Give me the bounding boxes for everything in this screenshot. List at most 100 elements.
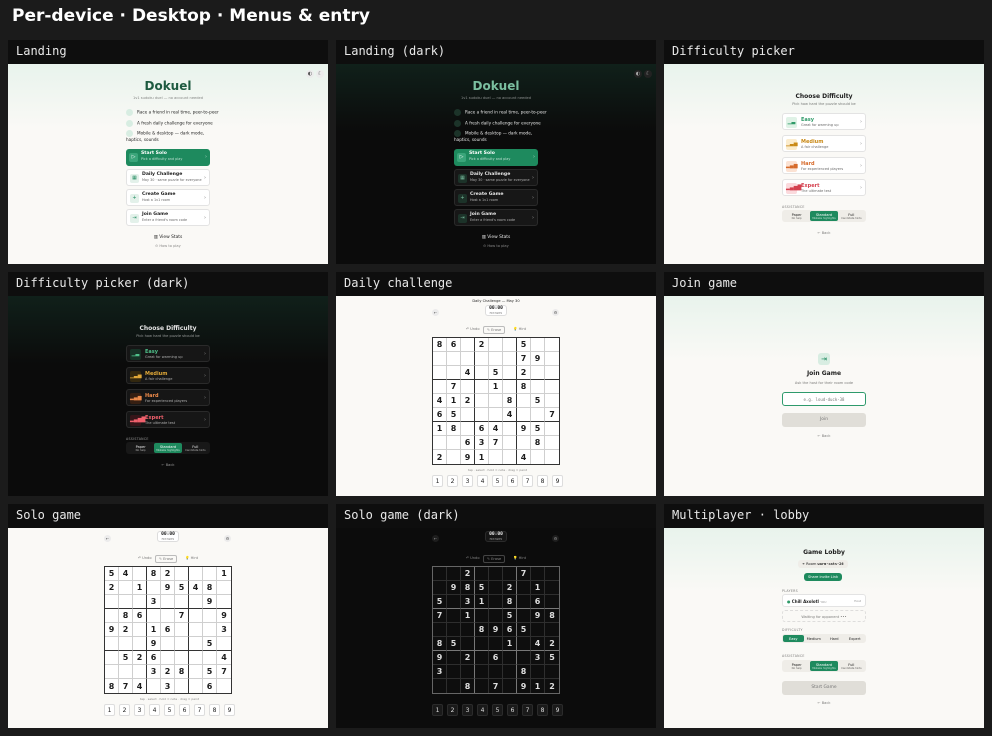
- sudoku-cell[interactable]: 7: [175, 609, 189, 623]
- number-key[interactable]: 6: [507, 704, 518, 716]
- sudoku-cell[interactable]: 6: [475, 422, 489, 436]
- how-to-play-link[interactable]: ⊙ How to play: [336, 244, 656, 248]
- assist-option-full[interactable]: Full Candidate hints: [838, 211, 865, 221]
- sudoku-cell[interactable]: 8: [517, 380, 531, 394]
- sudoku-cell[interactable]: [517, 394, 531, 408]
- number-key[interactable]: 7: [522, 475, 533, 487]
- sudoku-cell[interactable]: [531, 450, 545, 464]
- join-game-button[interactable]: ⇥ Join Game Enter a friend's room code ›: [126, 209, 210, 226]
- sudoku-cell[interactable]: 7: [545, 408, 559, 422]
- sudoku-cell[interactable]: [189, 651, 203, 665]
- room-code-badge[interactable]: ⚭ Room warm-cats-26: [798, 560, 848, 568]
- sudoku-cell[interactable]: [545, 366, 559, 380]
- difficulty-option-hard[interactable]: ▂▄▆ Hard For experienced players ›: [126, 389, 210, 406]
- sudoku-cell[interactable]: [475, 651, 489, 665]
- sudoku-cell[interactable]: 7: [119, 679, 133, 693]
- sudoku-cell[interactable]: [161, 609, 175, 623]
- sudoku-cell[interactable]: [175, 595, 189, 609]
- sudoku-cell[interactable]: [105, 595, 119, 609]
- assist-option-paper[interactable]: Paper No help: [783, 211, 810, 221]
- difficulty-option-medium[interactable]: ▁▃▅ Medium A fair challenge ›: [126, 367, 210, 384]
- sudoku-cell[interactable]: 2: [545, 637, 559, 651]
- sudoku-cell[interactable]: [105, 651, 119, 665]
- back-arrow-icon[interactable]: ←: [432, 535, 439, 542]
- sudoku-cell[interactable]: 2: [461, 567, 475, 581]
- number-key[interactable]: 7: [522, 704, 533, 716]
- sudoku-cell[interactable]: [217, 581, 231, 595]
- sudoku-cell[interactable]: 2: [161, 665, 175, 679]
- sudoku-cell[interactable]: 2: [517, 366, 531, 380]
- sudoku-cell[interactable]: 1: [217, 567, 231, 581]
- sudoku-cell[interactable]: 3: [147, 665, 161, 679]
- back-link[interactable]: ← Back: [664, 434, 984, 438]
- sudoku-cell[interactable]: 4: [133, 679, 147, 693]
- erase-button[interactable]: ✎ Erase: [483, 555, 506, 563]
- sudoku-cell[interactable]: [503, 422, 517, 436]
- sudoku-cell[interactable]: [447, 609, 461, 623]
- sudoku-cell[interactable]: 8: [503, 394, 517, 408]
- sudoku-cell[interactable]: [517, 637, 531, 651]
- sudoku-cell[interactable]: [503, 450, 517, 464]
- sudoku-cell[interactable]: [447, 436, 461, 450]
- sudoku-cell[interactable]: [203, 609, 217, 623]
- sudoku-cell[interactable]: 8: [119, 609, 133, 623]
- sudoku-cell[interactable]: [105, 609, 119, 623]
- sudoku-cell[interactable]: [189, 623, 203, 637]
- sudoku-cell[interactable]: [133, 637, 147, 651]
- difficulty-option-medium[interactable]: ▁▃▅ Medium A fair challenge ›: [782, 135, 866, 152]
- sudoku-cell[interactable]: [489, 338, 503, 352]
- sudoku-cell[interactable]: [161, 595, 175, 609]
- sudoku-cell[interactable]: 8: [475, 623, 489, 637]
- sudoku-cell[interactable]: 5: [503, 609, 517, 623]
- sudoku-cell[interactable]: [189, 637, 203, 651]
- sudoku-cell[interactable]: 9: [105, 623, 119, 637]
- sudoku-cell[interactable]: 3: [531, 651, 545, 665]
- sudoku-cell[interactable]: 8: [105, 679, 119, 693]
- sudoku-cell[interactable]: [447, 366, 461, 380]
- sudoku-cell[interactable]: 6: [433, 408, 447, 422]
- sudoku-cell[interactable]: [447, 352, 461, 366]
- hint-button[interactable]: 💡 Hint: [510, 326, 529, 332]
- sudoku-cell[interactable]: [189, 595, 203, 609]
- sudoku-cell[interactable]: [503, 665, 517, 679]
- sudoku-cell[interactable]: 2: [461, 394, 475, 408]
- sudoku-cell[interactable]: [461, 380, 475, 394]
- sudoku-cell[interactable]: [147, 609, 161, 623]
- start-solo-button[interactable]: ▷ Start Solo Pick a difficulty and play ›: [126, 149, 210, 166]
- sudoku-cell[interactable]: 3: [461, 595, 475, 609]
- sudoku-cell[interactable]: [119, 665, 133, 679]
- sudoku-cell[interactable]: 8: [531, 436, 545, 450]
- how-to-play-link[interactable]: ⊙ How to play: [8, 244, 328, 248]
- sudoku-cell[interactable]: 2: [105, 581, 119, 595]
- sudoku-cell[interactable]: [531, 623, 545, 637]
- number-key[interactable]: 3: [134, 704, 145, 716]
- number-key[interactable]: 9: [552, 704, 563, 716]
- sudoku-cell[interactable]: 6: [489, 651, 503, 665]
- hint-button[interactable]: 💡 Hint: [510, 555, 529, 561]
- sudoku-cell[interactable]: [531, 567, 545, 581]
- sudoku-cell[interactable]: 4: [433, 394, 447, 408]
- sudoku-cell[interactable]: [545, 352, 559, 366]
- sudoku-cell[interactable]: [119, 581, 133, 595]
- sudoku-cell[interactable]: 4: [503, 408, 517, 422]
- sudoku-cell[interactable]: [517, 651, 531, 665]
- assist-option-standard[interactable]: Standard Mistake highlights: [810, 661, 838, 671]
- sudoku-cell[interactable]: [189, 679, 203, 693]
- number-key[interactable]: 9: [224, 704, 235, 716]
- sudoku-cell[interactable]: 7: [433, 609, 447, 623]
- sudoku-cell[interactable]: [433, 380, 447, 394]
- sudoku-cell[interactable]: [105, 665, 119, 679]
- sudoku-cell[interactable]: [161, 637, 175, 651]
- sudoku-cell[interactable]: [503, 679, 517, 693]
- sudoku-cell[interactable]: [545, 595, 559, 609]
- sudoku-cell[interactable]: 6: [147, 651, 161, 665]
- room-code-input[interactable]: [782, 392, 866, 406]
- share-invite-button[interactable]: Share invite Link: [804, 573, 843, 581]
- sudoku-cell[interactable]: [217, 637, 231, 651]
- number-key[interactable]: 9: [552, 475, 563, 487]
- sudoku-cell[interactable]: [433, 366, 447, 380]
- sudoku-cell[interactable]: [545, 394, 559, 408]
- sudoku-cell[interactable]: 1: [147, 623, 161, 637]
- sudoku-cell[interactable]: [489, 567, 503, 581]
- sudoku-cell[interactable]: 4: [119, 567, 133, 581]
